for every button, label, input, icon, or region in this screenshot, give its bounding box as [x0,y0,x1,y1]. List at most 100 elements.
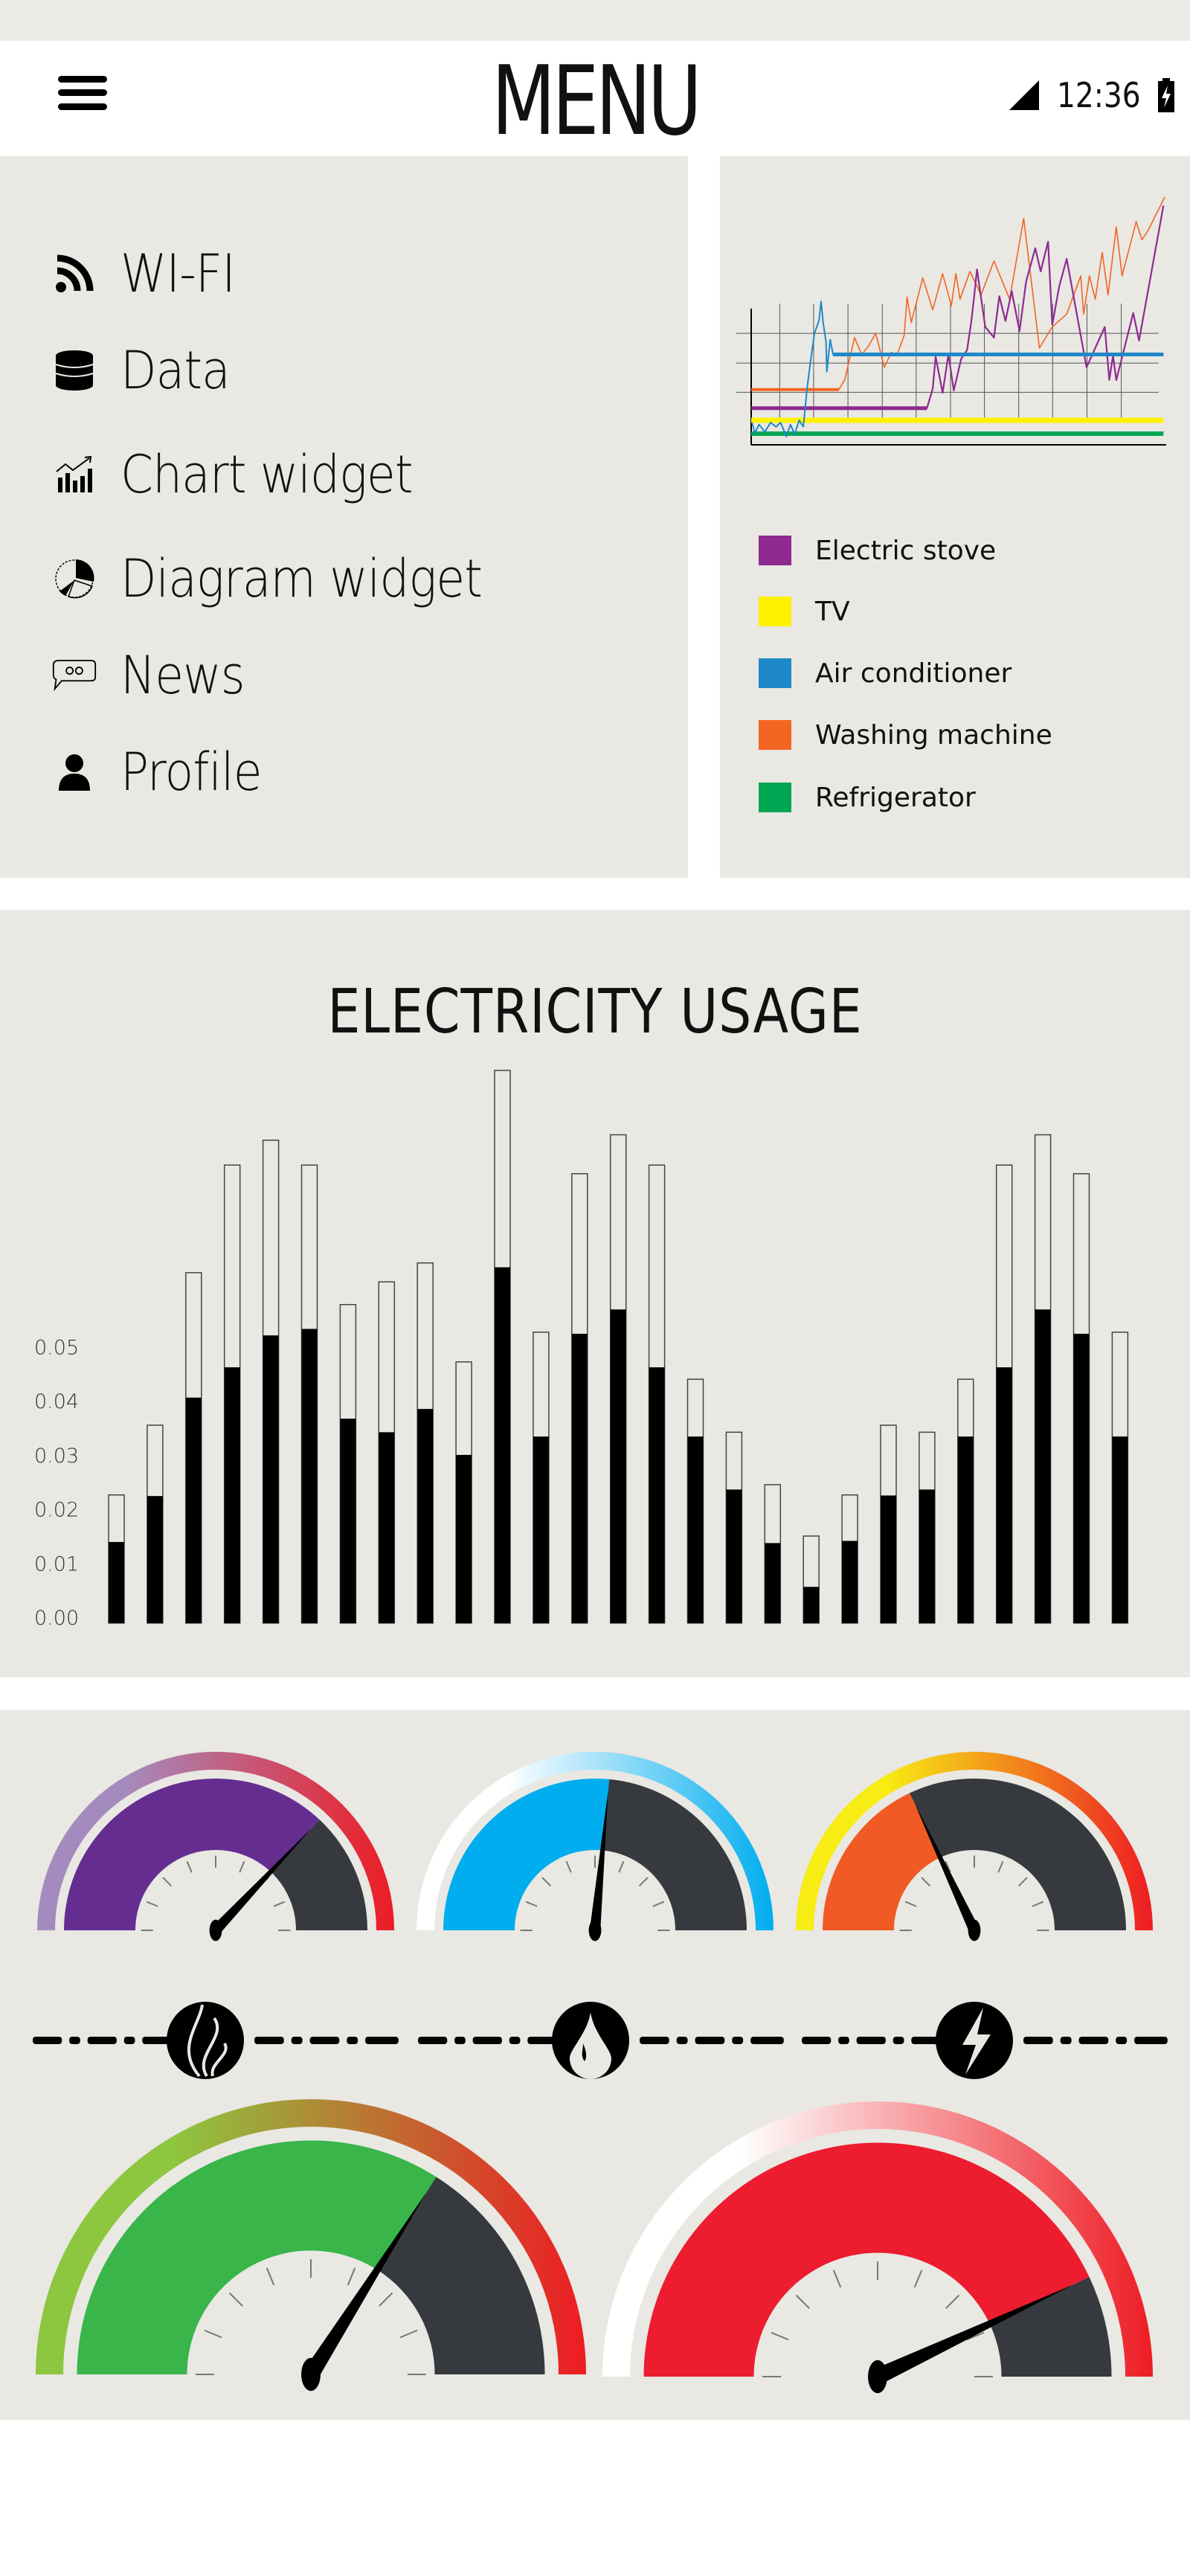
gauge-tick [266,2267,275,2286]
divider-dash [454,2037,466,2044]
green-gauge [36,2099,586,2392]
chat-bubble-icon [52,653,97,698]
bar-usage [919,1489,935,1623]
status-time: 12:36 [1057,75,1142,115]
gauge-tick [652,1901,665,1907]
legend-swatch [759,783,791,812]
bar-usage [842,1541,858,1623]
bar-usage [263,1335,279,1623]
blue-gauge [416,1752,774,1941]
divider-dash [347,2037,358,2044]
gauge-tick [921,1877,931,1887]
status-bar: 12:36 [1008,75,1175,115]
wifi-icon [52,251,97,296]
gauge-value-arc [443,1779,610,1930]
bar-usage [1035,1309,1051,1623]
gauge-tick [1017,1877,1028,1887]
menu-item-label: Profile [120,742,262,803]
y-tick-label: 0.03 [34,1445,79,1468]
divider-dash [33,2037,62,2044]
chart-icon [52,452,97,497]
y-tick-label: 0.05 [34,1337,79,1360]
gauge-tick [913,2270,923,2288]
legend-swatch [759,536,791,565]
legend-item: Air conditioner [759,657,1012,690]
divider-dash [676,2037,688,2044]
bar-usage [649,1367,665,1623]
bar-usage [996,1367,1012,1623]
bar-usage [456,1454,472,1623]
bar-usage [379,1432,395,1623]
legend-item: Refrigerator [759,781,976,814]
red-gauge [602,2101,1153,2394]
divider-dash [254,2037,284,2044]
bar-usage [881,1495,896,1623]
bar-usage [495,1267,510,1623]
menu-item-profile[interactable]: Profile [52,742,277,803]
divider-dash [695,2037,725,2044]
gauge-tick [204,2329,222,2339]
y-tick-label: 0.04 [34,1390,79,1413]
gauge-tick [565,1860,572,1873]
gauge-tick [997,1860,1004,1873]
gauge-tick [541,1877,552,1887]
divider-dash [732,2037,744,2044]
bar-usage [340,1419,356,1623]
bar-usage [147,1496,163,1623]
gauge-tick [162,1877,173,1887]
chart-widget-panel: Electric stove TV Air conditioner Washing m… [720,156,1190,878]
bar-usage [109,1541,124,1623]
bar-usage [957,1436,974,1623]
gauge-tick [399,2329,418,2339]
divider-dash [838,2037,849,2044]
gauge-tick [228,2292,243,2307]
legend-label: Washing machine [815,719,1052,751]
y-tick-label: 0.01 [34,1552,79,1576]
menu-item-data[interactable]: Data [52,340,242,401]
gauge-tick [904,1901,917,1907]
hamburger-menu-button[interactable] [58,76,107,110]
bar-usage [1073,1334,1090,1623]
gauge-needle-hub [301,2357,321,2392]
menu-item-wifi[interactable]: WI-FI [52,243,248,304]
divider-dash [1078,2037,1109,2044]
gauge-tick [1032,1901,1044,1907]
menu-item-news[interactable]: News [52,645,258,706]
bar-usage [687,1436,704,1623]
purple-gauge [37,1752,394,1941]
water-drop-icon [552,2002,629,2079]
gauge-needle-hub [209,1919,222,1941]
bar-usage [417,1409,434,1623]
gauge-needle-hub [968,1919,981,1941]
gauge-remaining-arc [602,1779,747,1930]
divider-dash [1060,2037,1072,2044]
app-header: MENU 12:36 [0,41,1190,156]
gauge-tick [186,1860,193,1873]
divider-dash [418,2037,448,2044]
gauge-needle-hub [868,2360,887,2394]
legend-label: Electric stove [815,535,997,566]
bar-usage [726,1489,742,1623]
menu-item-chart-widget[interactable]: Chart widget [52,444,445,505]
series-line-electric-stove [751,205,1165,409]
user-icon [52,750,97,794]
menu-item-diagram-widget[interactable]: Diagram widget [52,548,522,609]
gauge-tick [618,1860,625,1873]
legend-label: TV [815,596,850,627]
divider-dash [87,2037,117,2044]
bar-usage [185,1397,202,1623]
bar-usage [533,1436,549,1623]
gauge-tick [832,2270,842,2288]
flame-icon [167,2002,244,2079]
divider-dash [509,2037,521,2044]
legend-swatch [759,597,791,626]
page-title: MENU [491,46,702,157]
gauge-needle-hub [588,1919,602,1941]
divider-dash [309,2037,340,2044]
gauges-svg [33,1752,1168,2394]
gauge-tick [239,1860,245,1873]
lightning-icon [936,2002,1013,2079]
y-tick-label: 0.02 [34,1499,79,1522]
divider-dash [472,2037,502,2044]
gauge-tick [771,2331,789,2341]
